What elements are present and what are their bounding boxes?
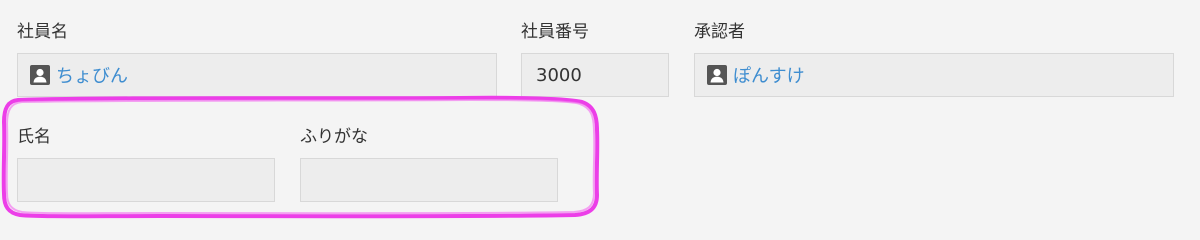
full-name-label: 氏名: [17, 127, 51, 147]
user-icon: [707, 65, 727, 85]
employee-name-label: 社員名: [17, 22, 68, 42]
employee-name-link[interactable]: ちょびん: [56, 62, 128, 88]
approver-field: ぽんすけ: [694, 53, 1174, 97]
furigana-field[interactable]: [300, 158, 558, 202]
employee-number-value: 3000: [536, 64, 582, 86]
approver-label: 承認者: [694, 22, 745, 42]
user-icon: [30, 65, 50, 85]
full-name-field[interactable]: [17, 158, 275, 202]
employee-number-field: 3000: [521, 53, 669, 97]
approver-link[interactable]: ぽんすけ: [733, 62, 805, 88]
furigana-label: ふりがな: [300, 127, 368, 147]
employee-name-field: ちょびん: [17, 53, 497, 97]
employee-number-label: 社員番号: [521, 22, 589, 42]
